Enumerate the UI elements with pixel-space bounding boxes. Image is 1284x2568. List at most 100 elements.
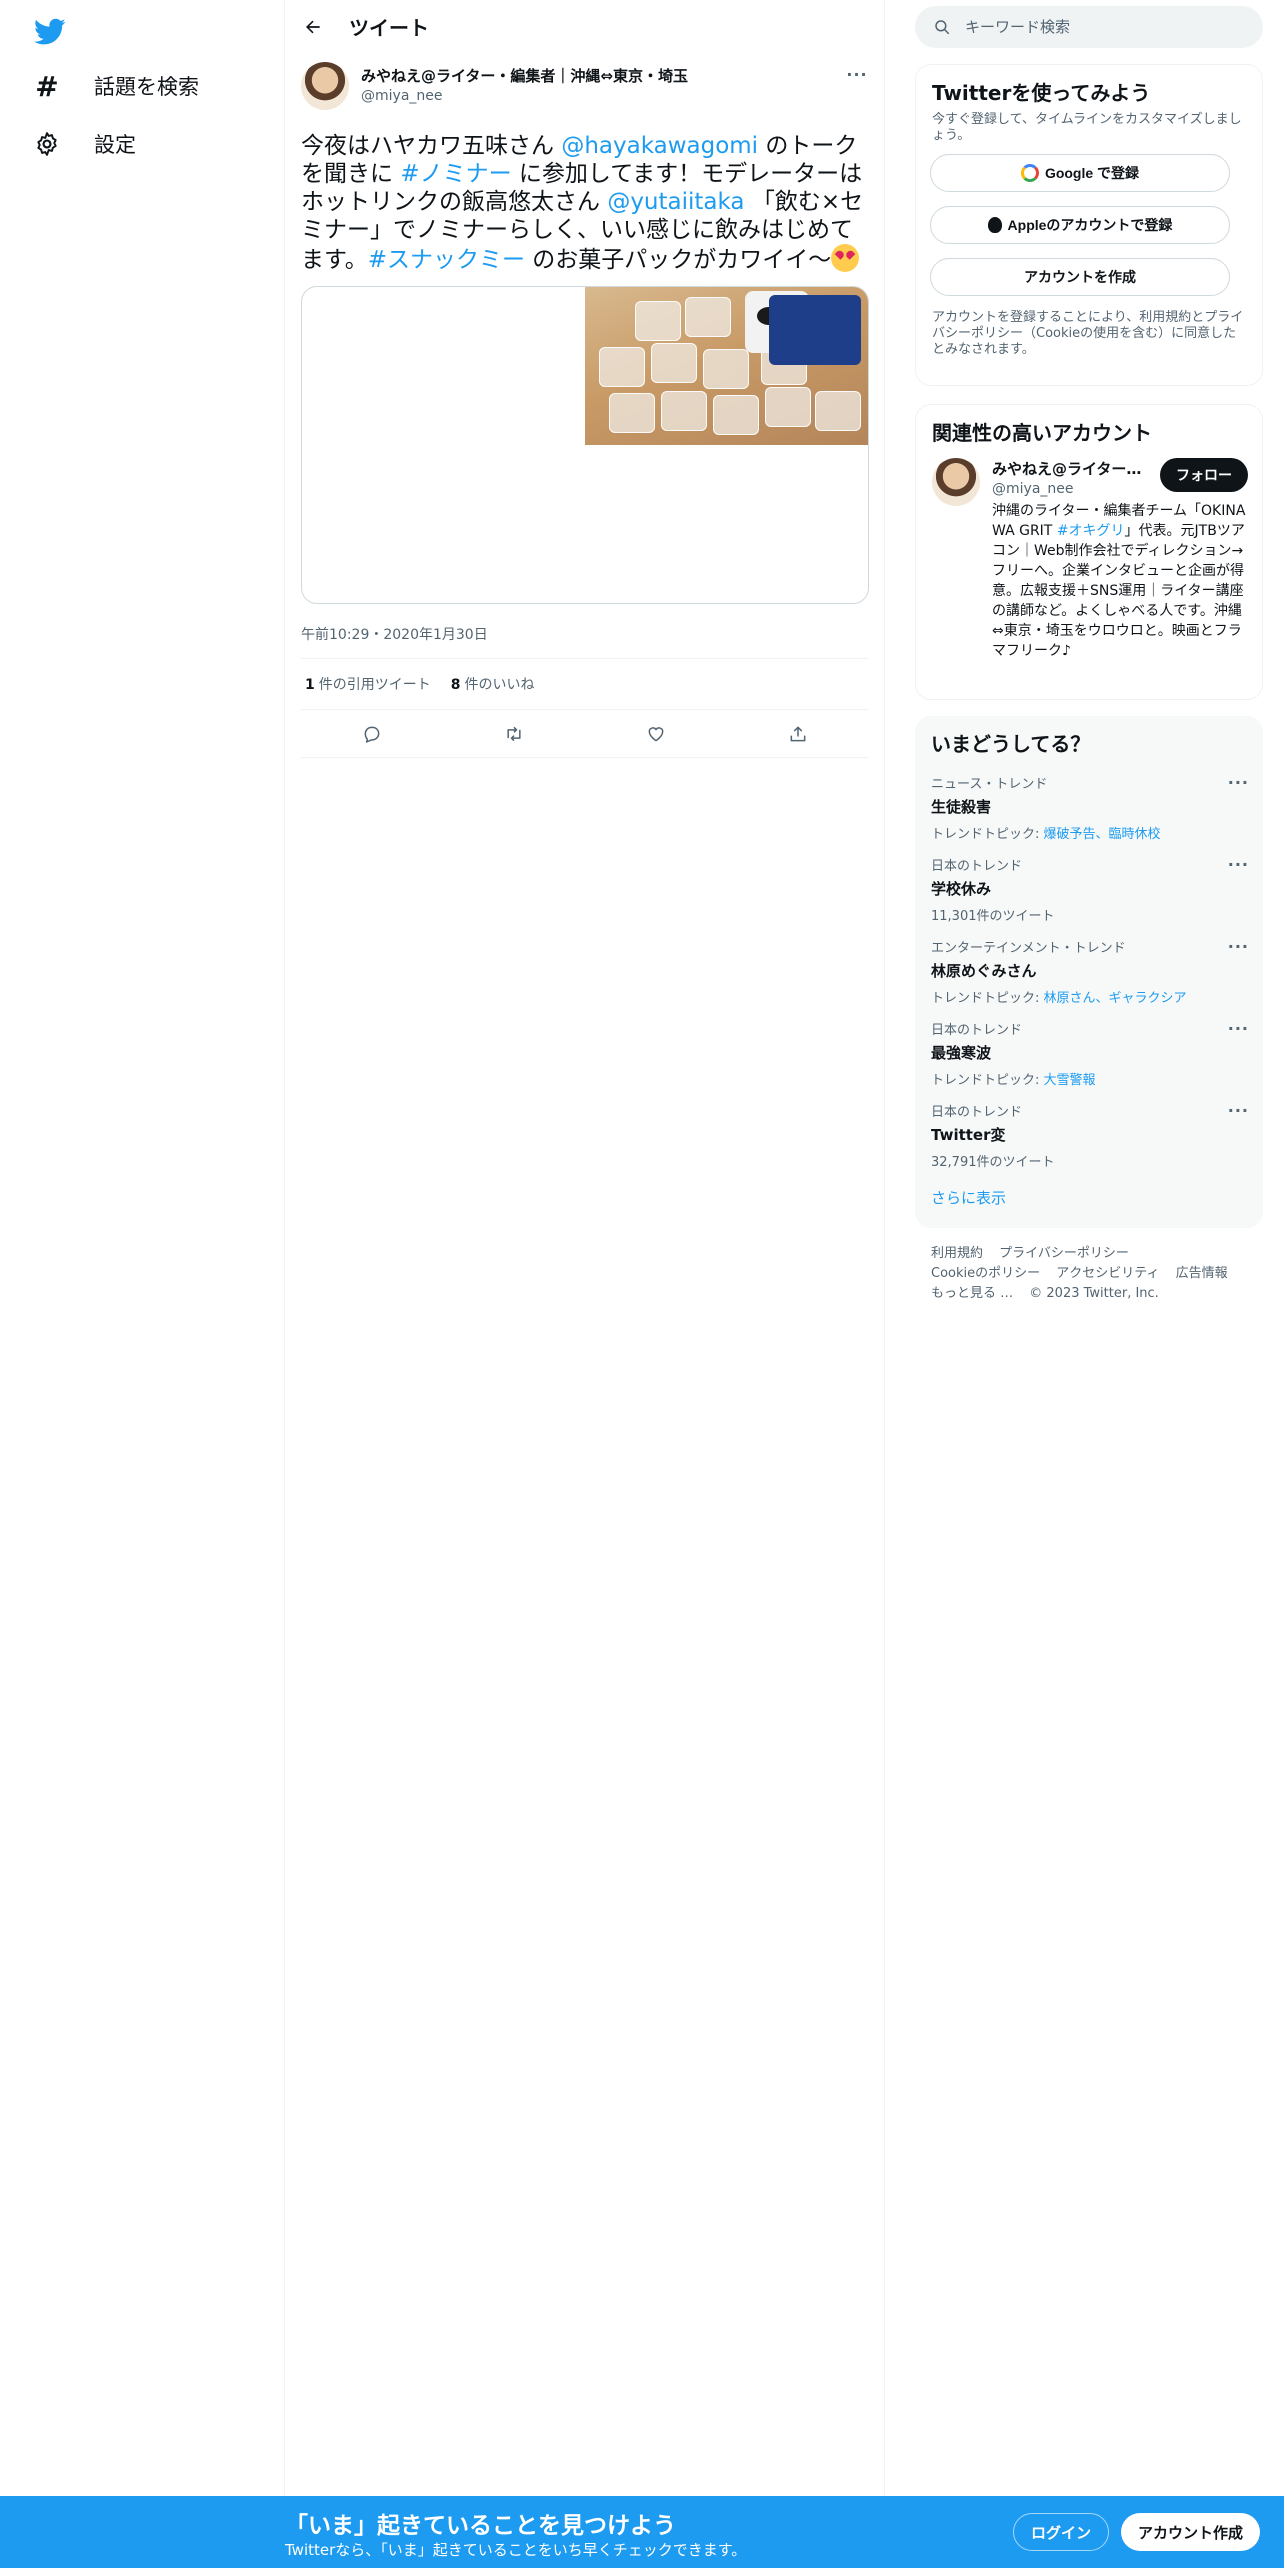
likes-stat[interactable]: 8 件のいいね [451, 674, 535, 694]
tweet-link[interactable]: #ノミナー [400, 161, 511, 187]
related-account-handle[interactable]: @miya_nee [992, 481, 1152, 497]
create-account-button[interactable]: アカウントを作成 [930, 258, 1230, 296]
gear-icon [30, 127, 64, 161]
tweet-text: 今夜はハヤカワ五味さん @hayakawagomi のトークを聞きに #ノミナー… [301, 132, 869, 274]
trend-meta: 32,791件のツイート [931, 1151, 1247, 1170]
signup-button[interactable]: アカウント作成 [1121, 2513, 1260, 2551]
trend-more-icon[interactable]: ··· [1228, 773, 1249, 792]
nav-item-explore[interactable]: # 話題を検索 [30, 62, 199, 110]
tweet-actions [301, 710, 869, 758]
more-options-icon[interactable]: ··· [845, 62, 869, 86]
reply-icon[interactable] [355, 717, 389, 751]
snack-pack-photo[interactable] [585, 287, 868, 445]
terms-text: アカウントを登録することにより、 [932, 310, 1140, 325]
share-icon[interactable] [781, 717, 815, 751]
trend-topic-links[interactable]: 林原さん、ギャラクシア [1044, 991, 1187, 1006]
trend-topic-links[interactable]: 爆破予告、臨時休校 [1044, 827, 1161, 842]
tweet-text: 今夜はハヤカワ五味さん [301, 133, 562, 159]
trend-name: 学校休み [931, 880, 992, 898]
author-handle[interactable]: @miya_nee [361, 88, 845, 104]
nav-item-label: 話題を検索 [94, 75, 199, 99]
nav-item-settings[interactable]: 設定 [30, 120, 136, 168]
trend-meta-text: 11,301件のツイート [931, 909, 1055, 924]
trend-item[interactable]: 日本のトレンド Twitter変 32,791件のツイート ··· [915, 1099, 1263, 1181]
back-arrow-icon[interactable] [296, 10, 330, 44]
trend-more-icon[interactable]: ··· [1228, 937, 1249, 956]
avatar[interactable] [932, 458, 980, 506]
related-account-name[interactable]: みやねえ@ライター・編集者｜沖縄⇔東京・埼玉 [992, 458, 1152, 479]
trend-item[interactable]: エンターテインメント・トレンド 林原めぐみさん トレンドトピック: 林原さん、ギャラ… [915, 935, 1263, 1017]
trend-item[interactable]: ニュース・トレンド 生徒殺害 トレンドトピック: 爆破予告、臨時休校 ··· [915, 771, 1263, 853]
terms-text: （ [1023, 326, 1037, 341]
trend-more-icon[interactable]: ··· [1228, 1019, 1249, 1038]
search-icon [935, 20, 950, 35]
tweet-link[interactable]: @hayakawagomi [561, 133, 758, 159]
page: # 話題を検索 設定 ツイート みやねえ@ライター・編集者｜沖縄⇔東京・埼玉 @… [0, 0, 1284, 2568]
heart-eyes-emoji-icon [831, 244, 860, 272]
quote-count: 1 [305, 677, 315, 693]
heart-icon[interactable] [639, 717, 673, 751]
footer-link[interactable]: Cookieのポリシー [931, 1266, 1040, 1281]
signup-terms: アカウントを登録することにより、利用規約とプライバシーポリシー（Cookieの使… [916, 296, 1262, 358]
banner-title: 「いま」起きていることを見つけよう [285, 2513, 676, 2539]
create-account-label: アカウントを作成 [1024, 269, 1136, 285]
trend-name: 林原めぐみさん [931, 962, 1037, 980]
twitter-logo-icon[interactable] [30, 12, 70, 52]
retweet-icon[interactable] [497, 717, 531, 751]
terms-link[interactable]: Cookieの使用 [1036, 326, 1119, 341]
nav-item-label: 設定 [94, 133, 136, 157]
terms-link[interactable]: 利用規約 [1139, 310, 1191, 325]
main-column: ツイート みやねえ@ライター・編集者｜沖縄⇔東京・埼玉 @miya_nee ··… [285, 0, 885, 2496]
trend-category: 日本のトレンド [931, 1105, 1023, 1120]
quote-tweets-stat[interactable]: 1 件の引用ツイート [305, 674, 431, 694]
footer-link[interactable]: 利用規約 [931, 1246, 983, 1261]
apple-signup-button[interactable]: Appleのアカウントで登録 [930, 206, 1230, 244]
related-accounts-card: 関連性の高いアカウント みやねえ@ライター・編集者｜沖縄⇔東京・埼玉 @miya… [915, 404, 1263, 700]
header: ツイート [285, 0, 885, 53]
trends-card: いまどうしてる？ ニュース・トレンド 生徒殺害 トレンドトピック: 爆破予告、臨時休… [915, 716, 1263, 1228]
google-signup-button[interactable]: Google で登録 [930, 154, 1230, 192]
tweet-author: みやねえ@ライター・編集者｜沖縄⇔東京・埼玉 @miya_nee ··· [301, 62, 869, 114]
login-button[interactable]: ログイン [1013, 2513, 1109, 2551]
trend-meta: トレンドトピック: 林原さん、ギャラクシア [931, 987, 1247, 1006]
footer-link[interactable]: 広告情報 [1176, 1266, 1228, 1281]
tweet-link[interactable]: @yutaiitaka [607, 189, 744, 215]
signup-title: Twitterを使ってみよう [932, 81, 1151, 105]
trend-category: 日本のトレンド [931, 859, 1023, 874]
related-account[interactable]: みやねえ@ライター・編集者｜沖縄⇔東京・埼玉 @miya_nee フォロー 沖縄… [916, 446, 1262, 661]
trend-item[interactable]: 日本のトレンド 最強寒波 トレンドトピック: 大雪警報 ··· [915, 1017, 1263, 1099]
trend-topic-links[interactable]: 大雪警報 [1044, 1073, 1096, 1088]
footer-link[interactable]: プライバシーポリシー [999, 1246, 1129, 1261]
trend-item[interactable]: 日本のトレンド 学校休み 11,301件のツイート ··· [915, 853, 1263, 935]
trend-meta: トレンドトピック: 大雪警報 [931, 1069, 1247, 1088]
show-more-link[interactable]: さらに表示 [915, 1187, 1263, 1208]
footer-link[interactable]: アクセシビリティ [1056, 1266, 1159, 1281]
trend-meta-text: トレンドトピック: [931, 827, 1044, 842]
search-box[interactable] [915, 6, 1263, 48]
bio-link[interactable]: #オキグリ [1057, 523, 1125, 539]
signup-card: Twitterを使ってみよう 今すぐ登録して、タイムラインをカスタマイズしましょ… [915, 64, 1263, 386]
footer-link[interactable]: もっと見る … [931, 1286, 1013, 1301]
tweet-timestamp[interactable]: 午前10:29・2020年1月30日 [301, 624, 869, 644]
follow-button[interactable]: フォロー [1160, 458, 1248, 492]
footer-link[interactable]: © 2023 Twitter, Inc. [1029, 1286, 1159, 1301]
quote-label: 件の引用ツイート [318, 677, 431, 693]
trend-category: ニュース・トレンド [931, 777, 1048, 792]
trend-name: 最強寒波 [931, 1044, 992, 1062]
google-icon [1020, 164, 1039, 182]
trend-more-icon[interactable]: ··· [1228, 855, 1249, 874]
tweet-link[interactable]: #スナックミー [368, 247, 525, 273]
bottom-banner: 「いま」起きていることを見つけよう Twitterなら、「いま」起きていることを… [0, 2496, 1284, 2568]
tweet-media[interactable] [301, 286, 869, 604]
avatar[interactable] [301, 62, 349, 110]
apple-signup-label: Appleのアカウントで登録 [1007, 217, 1173, 233]
search-input[interactable] [965, 18, 1225, 36]
trend-more-icon[interactable]: ··· [1228, 1101, 1249, 1120]
tweet: みやねえ@ライター・編集者｜沖縄⇔東京・埼玉 @miya_nee ··· 今夜は… [301, 62, 869, 758]
author-display-name[interactable]: みやねえ@ライター・編集者｜沖縄⇔東京・埼玉 [361, 65, 845, 86]
trend-name: Twitter変 [931, 1126, 1006, 1144]
trend-meta: 11,301件のツイート [931, 905, 1247, 924]
footer-links: 利用規約 プライバシーポリシー Cookieのポリシー アクセシビリティ 広告情… [931, 1244, 1251, 1304]
trend-list: ニュース・トレンド 生徒殺害 トレンドトピック: 爆破予告、臨時休校 ··· 日本のトレ… [915, 771, 1263, 1181]
trend-meta-text: トレンドトピック: [931, 991, 1044, 1006]
